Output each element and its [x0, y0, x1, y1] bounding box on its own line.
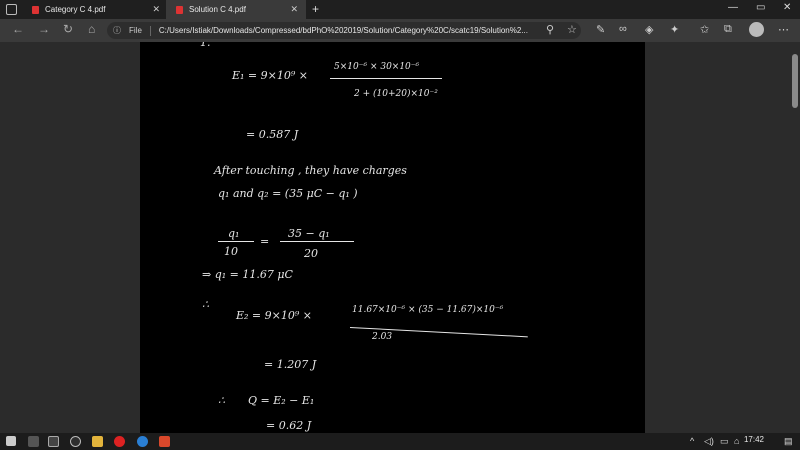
fraction-right-num: 35 − q₁ — [288, 227, 330, 240]
fraction-bar — [330, 78, 442, 79]
notification-icon[interactable]: ▤ — [784, 436, 793, 447]
pdf-icon — [176, 5, 183, 14]
battery-icon[interactable]: ▭ — [720, 436, 729, 447]
e1-expression: E₁ = 9×10⁹ × — [232, 69, 308, 82]
favorites-icon[interactable]: ✩ — [700, 23, 709, 36]
edge-icon[interactable] — [137, 436, 148, 447]
toolbar: ← → ↻ ⌂ ⓘ File C:/Users/Istiak/Downloads… — [0, 19, 800, 42]
tab-title: Solution C 4.pdf — [189, 5, 246, 14]
scroll-thumb[interactable] — [792, 54, 798, 108]
q1-result: ⇒ q₁ = 11.67 μC — [202, 268, 293, 281]
pdf-page: 1. E₁ = 9×10⁹ × 5×10⁻⁶ × 30×10⁻⁶ 2 + (10… — [140, 42, 645, 433]
fraction-left-den: 10 — [224, 245, 238, 258]
fraction-left-num: q₁ — [228, 227, 240, 240]
e2-result: = 1.207 J — [264, 358, 317, 371]
pdf-icon — [32, 5, 39, 14]
whatsapp-icon[interactable] — [70, 436, 81, 447]
start-icon[interactable] — [6, 436, 16, 446]
puzzle-icon[interactable]: ✦ — [670, 23, 679, 36]
q-expression: Q = E₂ − E₁ — [248, 394, 315, 407]
scrollbar[interactable] — [790, 42, 800, 433]
e2-denominator: 2.03 — [372, 332, 393, 342]
page-marker: 1. — [200, 42, 211, 49]
scheme-label: File — [129, 26, 142, 35]
tray-chevron-icon[interactable]: ^ — [690, 436, 694, 446]
tab-actions-icon[interactable] — [6, 4, 17, 15]
info-icon: ⓘ — [113, 26, 121, 35]
zoom-icon[interactable]: ⚲ — [546, 23, 554, 36]
app-icon[interactable] — [48, 436, 59, 447]
e1-result: = 0.587 J — [246, 128, 299, 141]
tab-bar: Category C 4.pdf ✕ Solution C 4.pdf ✕ + … — [0, 0, 800, 19]
file-explorer-icon[interactable] — [92, 436, 103, 447]
tab-solution-c4[interactable]: Solution C 4.pdf ✕ — [166, 0, 306, 19]
close-icon[interactable]: ✕ — [290, 4, 298, 15]
taskbar: ^ ◁) ▭ ⌂ 17:42 ▤ — [0, 433, 800, 450]
collections-icon[interactable]: ⧉ — [724, 23, 732, 36]
e2-expression: E₂ = 9×10⁹ × — [236, 309, 312, 322]
network-icon[interactable]: ⌂ — [734, 436, 739, 446]
extension-icon[interactable]: ✎ — [596, 23, 605, 36]
task-view-icon[interactable] — [28, 436, 39, 447]
maximize-button[interactable]: ▭ — [756, 2, 765, 13]
charges-line: q₁ and q₂ = (35 μC − q₁ ) — [218, 187, 358, 200]
favorite-icon[interactable]: ☆ — [567, 23, 577, 36]
e1-numerator: 5×10⁻⁶ × 30×10⁻⁶ — [334, 62, 420, 72]
clock[interactable]: 17:42 — [744, 435, 764, 444]
profile-avatar[interactable] — [749, 22, 764, 37]
volume-icon[interactable]: ◁) — [704, 436, 714, 447]
q-result: = 0.62 J — [266, 419, 312, 432]
separator — [149, 25, 151, 36]
url-text: C:/Users/Istiak/Downloads/Compressed/bdP… — [158, 26, 528, 35]
shield-icon[interactable]: ◈ — [645, 23, 653, 36]
new-tab-button[interactable]: + — [312, 2, 319, 16]
home-icon[interactable]: ⌂ — [88, 22, 95, 36]
menu-icon[interactable]: ⋯ — [778, 23, 789, 36]
e1-denominator: 2 + (10+20)×10⁻² — [354, 89, 438, 99]
fraction-bar — [218, 241, 254, 242]
tab-title: Category C 4.pdf — [45, 5, 106, 14]
fraction-right-den: 20 — [304, 247, 318, 260]
fraction-bar — [280, 241, 354, 242]
brave-icon[interactable] — [159, 436, 170, 447]
pdf-viewer: 1. E₁ = 9×10⁹ × 5×10⁻⁶ × 30×10⁻⁶ 2 + (10… — [0, 42, 800, 433]
minimize-button[interactable]: — — [728, 2, 738, 13]
therefore-symbol: ∴ — [202, 298, 209, 311]
refresh-icon[interactable]: ↻ — [63, 22, 73, 36]
after-touching-text: After touching , they have charges — [214, 164, 407, 177]
e2-numerator: 11.67×10⁻⁶ × (35 − 11.67)×10⁻⁶ — [352, 305, 504, 315]
close-window-button[interactable]: ✕ — [783, 2, 791, 13]
back-icon[interactable]: ← — [12, 22, 24, 36]
address-bar[interactable]: ⓘ File C:/Users/Istiak/Downloads/Compres… — [107, 22, 581, 39]
forward-icon[interactable]: → — [38, 22, 50, 36]
tab-category-c4[interactable]: Category C 4.pdf ✕ — [20, 0, 168, 19]
close-icon[interactable]: ✕ — [152, 4, 160, 15]
record-app-icon[interactable] — [114, 436, 125, 447]
therefore-symbol: ∴ — [218, 394, 225, 407]
glasses-icon[interactable]: ∞ — [619, 23, 627, 35]
equals-sign: = — [260, 235, 270, 248]
